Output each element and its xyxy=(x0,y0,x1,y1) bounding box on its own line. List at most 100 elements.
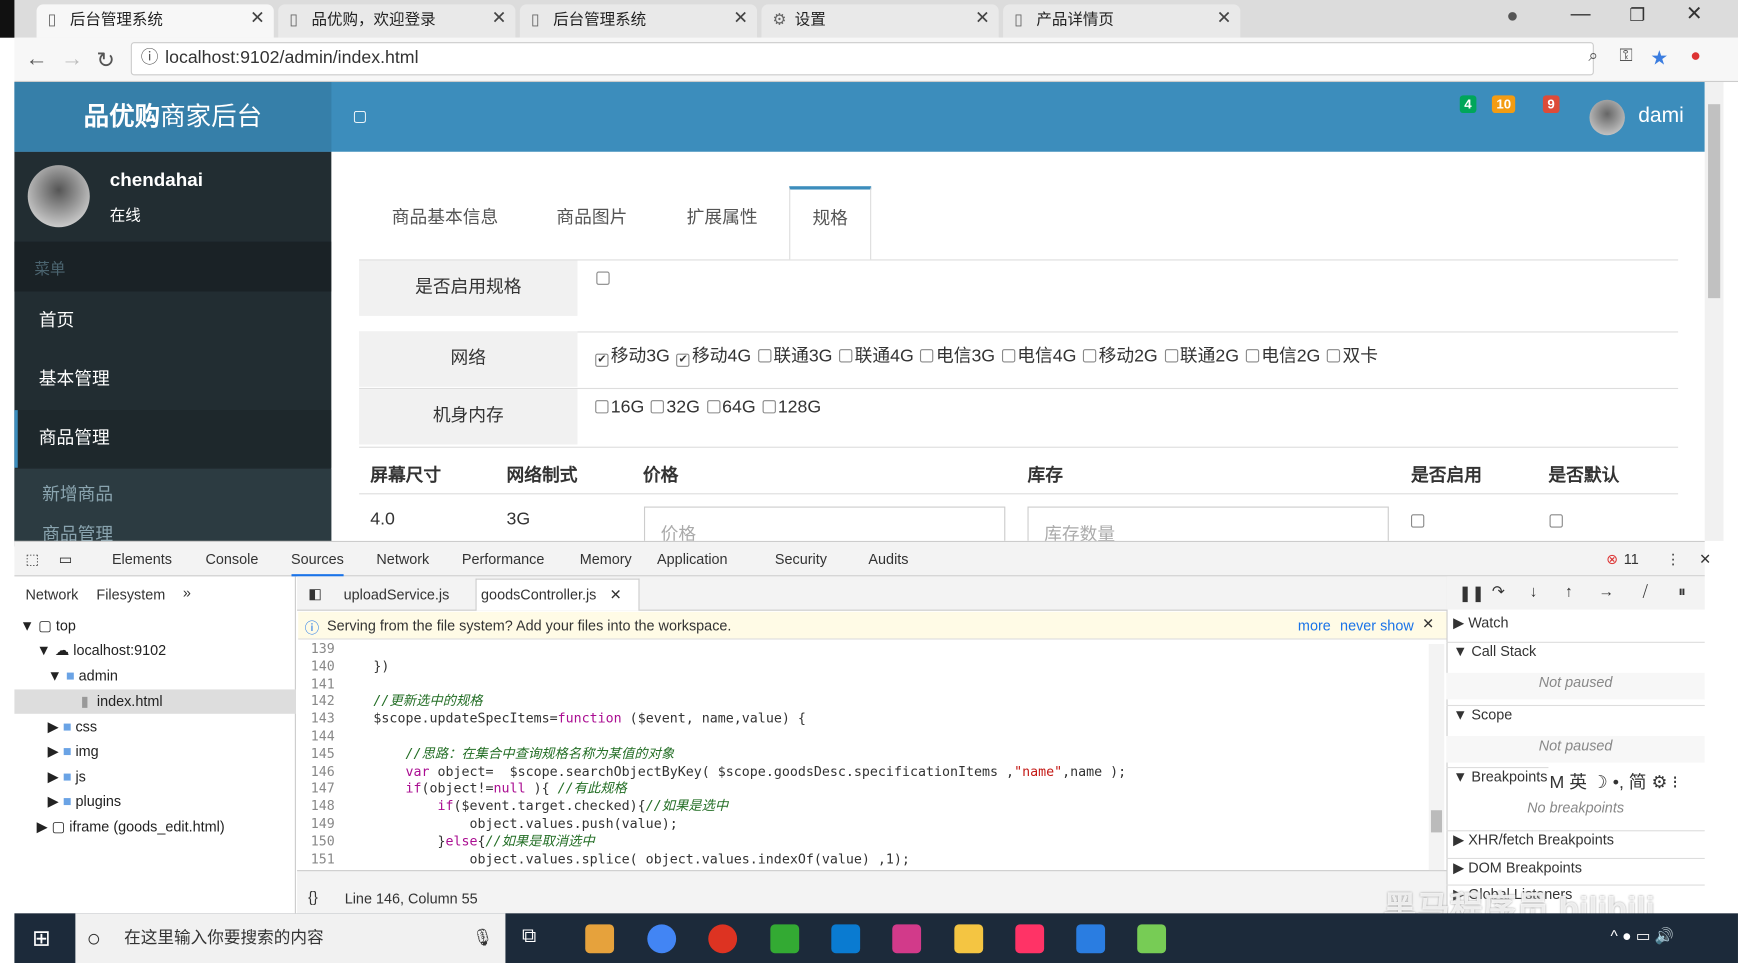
pause-icon[interactable]: ❚❚ xyxy=(1459,584,1485,603)
step-into-icon[interactable]: ↓ xyxy=(1530,582,1538,600)
logo[interactable]: 品优购商家后台 xyxy=(14,82,332,152)
extension-icon[interactable]: ● xyxy=(1690,47,1701,67)
editor-scrollbar[interactable] xyxy=(1428,643,1445,871)
watch-section[interactable]: ▶ Watch xyxy=(1446,614,1704,632)
tab-spec[interactable]: 规格 xyxy=(789,186,872,260)
url-input[interactable]: ⓘ localhost:9102/admin/index.html xyxy=(130,42,1594,76)
deactivate-breakpoints-icon[interactable]: ⧸ xyxy=(1643,582,1648,601)
devtools-tab-network[interactable]: Network xyxy=(376,551,429,568)
close-icon[interactable]: ✕ xyxy=(733,4,748,33)
notification-badge[interactable]: 10 xyxy=(1491,95,1516,114)
checkbox[interactable] xyxy=(757,349,772,363)
never-show-link[interactable]: never show xyxy=(1340,617,1414,634)
more-icon[interactable]: ⋮ xyxy=(1666,551,1680,569)
sidebar-subitem-new-goods[interactable]: 新增商品 xyxy=(42,479,113,506)
tab-network[interactable]: Network xyxy=(25,586,78,603)
devtools-tab-audits[interactable]: Audits xyxy=(868,551,908,568)
app-icon[interactable] xyxy=(770,924,800,954)
option-checkbox[interactable]: 128G xyxy=(762,398,821,417)
price-input[interactable]: 价格 xyxy=(643,506,1006,541)
devtools-tab-application[interactable]: Application xyxy=(657,551,728,568)
tab-basic-info[interactable]: 商品基本信息 xyxy=(370,187,520,242)
checkbox[interactable] xyxy=(706,400,720,414)
chrome-icon[interactable] xyxy=(647,924,677,954)
notification-badge[interactable]: 9 xyxy=(1542,95,1560,114)
close-icon[interactable]: ✕ xyxy=(492,4,507,33)
tray-icons[interactable]: ^ ● ▭ 🔊 xyxy=(1611,927,1675,946)
app-icon[interactable] xyxy=(708,924,738,954)
checkbox[interactable] xyxy=(920,349,934,363)
sidebar-item-goods[interactable]: 商品管理 xyxy=(14,410,332,468)
tree-item[interactable]: ▶ ■ css xyxy=(48,718,97,736)
minimize-button[interactable]: — xyxy=(1571,2,1591,25)
pdf-icon[interactable] xyxy=(1015,924,1045,954)
notification-badge[interactable]: 4 xyxy=(1459,95,1477,114)
option-checkbox[interactable]: 移动2G xyxy=(1083,347,1158,366)
error-icon[interactable]: ⊗ xyxy=(1606,551,1618,569)
option-checkbox[interactable]: 电信4G xyxy=(1001,347,1076,366)
tree-item[interactable]: ▶ ■ img xyxy=(48,743,99,761)
close-devtools-icon[interactable]: ✕ xyxy=(1699,551,1711,569)
close-window-button[interactable]: ✕ xyxy=(1686,2,1703,25)
tree-item[interactable]: ▶ ■ js xyxy=(48,768,86,786)
option-checkbox[interactable]: ✔ 移动4G xyxy=(676,347,751,367)
inspect-icon[interactable]: ⬚ xyxy=(25,551,39,569)
more-tabs-icon[interactable]: » xyxy=(183,584,191,601)
devtools-tab-elements[interactable]: Elements xyxy=(112,551,172,568)
back-icon[interactable]: ← xyxy=(25,47,47,72)
file-explorer-icon[interactable] xyxy=(954,924,984,954)
devtools-tab-memory[interactable]: Memory xyxy=(580,551,632,568)
file-tab[interactable]: uploadService.js xyxy=(344,586,450,603)
toggle-navigator-icon[interactable]: ◧ xyxy=(308,585,322,603)
step-over-icon[interactable]: ↷ xyxy=(1492,582,1505,601)
app-icon[interactable] xyxy=(585,924,615,954)
tree-item[interactable]: ▼ ▢ top xyxy=(20,617,76,635)
checkbox[interactable]: ✔ xyxy=(676,353,690,367)
avatar[interactable] xyxy=(1589,99,1625,136)
stock-input[interactable]: 库存数量 xyxy=(1027,506,1389,541)
devtools-tab-sources[interactable]: Sources xyxy=(290,551,344,577)
option-checkbox[interactable]: 双卡 xyxy=(1327,347,1378,366)
tree-item[interactable]: ▼ ☁ localhost:9102 xyxy=(37,642,167,660)
option-checkbox[interactable]: 联通2G xyxy=(1164,347,1239,366)
sidebar-item-basic[interactable]: 基本管理 xyxy=(14,351,331,409)
ime-toolbar[interactable]: M 英 ☽ •, 简 ⚙ ⁝ xyxy=(1550,767,1678,794)
close-icon[interactable]: ✕ xyxy=(1422,615,1434,633)
browser-tab[interactable]: ▯ 后台管理系统 ✕ xyxy=(519,4,758,38)
code-editor[interactable]: }) //更新选中的规格 $scope.updateSpecItems=func… xyxy=(341,641,1126,869)
windows-start-icon[interactable]: ⊞ xyxy=(32,924,51,952)
browser-tab[interactable]: ▯ 品优购，欢迎登录 ✕ xyxy=(278,4,516,38)
tree-item-index-html[interactable]: ▮ index.html xyxy=(81,693,163,711)
checkbox[interactable] xyxy=(839,349,853,363)
tab-images[interactable]: 商品图片 xyxy=(536,187,647,242)
task-view-icon[interactable]: ⧉ xyxy=(522,924,536,947)
step-icon[interactable]: → xyxy=(1598,582,1614,600)
pretty-print-icon[interactable]: {} xyxy=(308,889,318,906)
close-icon[interactable]: ✕ xyxy=(250,4,265,33)
option-checkbox[interactable]: 电信2G xyxy=(1245,347,1321,366)
scope-section[interactable]: ▼ Scope xyxy=(1446,704,1705,723)
enabled-checkbox[interactable] xyxy=(1410,514,1425,528)
app-icon[interactable] xyxy=(831,924,861,954)
notepad-icon[interactable] xyxy=(1137,924,1167,954)
option-checkbox[interactable]: 联通3G xyxy=(757,347,832,366)
browser-tab[interactable]: ⚙ 设置 ✕ xyxy=(761,4,999,38)
restore-button[interactable]: ❐ xyxy=(1629,4,1645,26)
checkbox[interactable] xyxy=(1327,349,1341,363)
taskbar-search[interactable]: ○ 在这里输入你要搜索的内容 🎙 xyxy=(75,913,506,963)
app-icon[interactable] xyxy=(1076,924,1106,954)
zoom-icon[interactable]: ⌕ xyxy=(1588,47,1598,67)
sidebar-toggle[interactable]: ▢ xyxy=(352,106,367,125)
tree-item[interactable]: ▶ ▢ iframe (goods_edit.html) xyxy=(37,818,225,836)
devtools-tab-security[interactable]: Security xyxy=(775,551,827,568)
error-count[interactable]: 11 xyxy=(1624,551,1639,568)
tree-item[interactable]: ▶ ■ plugins xyxy=(48,793,121,811)
checkbox[interactable] xyxy=(595,400,609,414)
option-checkbox[interactable]: 联通4G xyxy=(839,347,914,366)
checkbox[interactable] xyxy=(650,400,665,414)
profile-icon[interactable]: ● xyxy=(1506,4,1518,27)
option-checkbox[interactable]: 16G xyxy=(595,398,644,417)
enable-spec-checkbox[interactable] xyxy=(596,271,610,285)
xhr-breakpoints-section[interactable]: ▶ XHR/fetch Breakpoints xyxy=(1446,830,1705,849)
file-tab-active[interactable]: goodsController.js xyxy=(481,586,596,603)
